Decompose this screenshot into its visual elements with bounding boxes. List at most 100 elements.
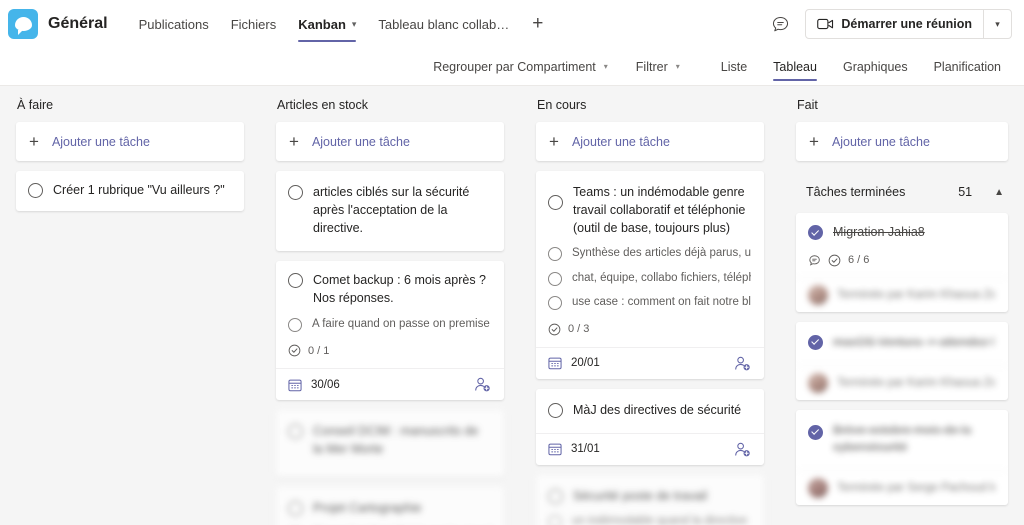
calendar-icon (548, 356, 562, 370)
completed-task-card[interactable]: Brève octobre mois de la cybersécurité T… (796, 410, 1008, 506)
task-card[interactable]: MàJ des directives de sécurité 31/01 (536, 389, 764, 465)
app-header: Général Publications Fichiers Kanban ▾ T… (0, 0, 1024, 48)
add-task-card[interactable]: + Ajouter une tâche (536, 122, 764, 161)
chevron-down-icon: ▾ (676, 62, 680, 71)
subtask-row[interactable]: chat, équipe, collabo fichiers, téléphon… (548, 271, 751, 287)
tab-label: Kanban (298, 17, 346, 32)
board-toolbar: Regrouper par Compartiment ▾ Filtrer ▾ L… (0, 48, 1024, 86)
task-title: Brève octobre mois de la cybersécurité (833, 422, 995, 458)
column-title: Articles en stock (277, 98, 504, 112)
task-card[interactable]: Conseil DCIM : manuscrits de la Mer Mort… (276, 410, 504, 477)
task-title: Teams : un indémodable genre travail col… (573, 184, 751, 237)
progress-count: 0 / 1 (308, 345, 329, 357)
task-checkbox[interactable] (28, 183, 43, 198)
task-card[interactable]: Teams : un indémodable genre travail col… (536, 171, 764, 379)
view-tab-graphiques[interactable]: Graphiques (830, 48, 921, 86)
task-checkbox[interactable] (288, 185, 303, 200)
filter-label: Filtrer (636, 60, 668, 74)
assign-user-icon[interactable] (734, 442, 751, 457)
task-checkbox-checked[interactable] (808, 225, 823, 240)
task-progress: 0 / 1 (288, 344, 491, 357)
task-title: MàJ des directives de sécurité (573, 402, 741, 420)
completed-task-card[interactable]: macOS Ventura -> attendez ! Terminée par… (796, 322, 1008, 400)
tab-publications[interactable]: Publications (128, 0, 220, 48)
comment-icon (808, 254, 821, 267)
completed-task-card[interactable]: Migration Jahia8 (796, 213, 1008, 312)
add-task-button[interactable]: + Ajouter une tâche (796, 122, 1008, 161)
subtask-row[interactable]: use case : comment on fait notre blog (548, 295, 751, 311)
chevron-down-icon[interactable]: ▾ (352, 19, 357, 30)
add-tab-button[interactable]: + (520, 0, 555, 48)
assign-user-icon[interactable] (734, 356, 751, 371)
calendar-icon (288, 378, 302, 392)
add-task-card[interactable]: + Ajouter une tâche (16, 122, 244, 161)
checklist-icon (548, 323, 561, 336)
add-task-label: Ajouter une tâche (52, 135, 150, 149)
task-title: Sécurité poste de travail (573, 488, 707, 506)
group-by-label: Regrouper par Compartiment (433, 60, 596, 74)
task-checkbox[interactable] (288, 501, 303, 516)
view-tab-planification[interactable]: Planification (921, 48, 1014, 86)
subtask-label: chat, équipe, collabo fichiers, téléphon… (572, 271, 751, 287)
subtask-checkbox[interactable] (548, 247, 562, 261)
group-by-dropdown[interactable]: Regrouper par Compartiment ▾ (419, 60, 622, 74)
task-checkbox[interactable] (548, 195, 563, 210)
avatar (808, 478, 828, 498)
view-tab-liste[interactable]: Liste (708, 48, 760, 86)
add-task-button[interactable]: + Ajouter une tâche (536, 122, 764, 161)
task-checkbox-checked[interactable] (808, 425, 823, 440)
start-meeting-button[interactable]: Démarrer une réunion (806, 10, 983, 38)
start-meeting-group: Démarrer une réunion ▾ (805, 9, 1012, 39)
board-column-a-faire: À faire + Ajouter une tâche Créer 1 rubr… (0, 86, 260, 525)
filter-dropdown[interactable]: Filtrer ▾ (622, 60, 694, 74)
task-checkbox-checked[interactable] (808, 335, 823, 350)
due-date: 31/01 (571, 443, 600, 455)
assign-user-icon[interactable] (474, 377, 491, 392)
task-title: Migration Jahia8 (833, 224, 925, 242)
add-task-button[interactable]: + Ajouter une tâche (16, 122, 244, 161)
add-task-button[interactable]: + Ajouter une tâche (276, 122, 504, 161)
task-checkbox[interactable] (548, 489, 563, 504)
task-card[interactable]: Créer 1 rubrique "Vu ailleurs ?" (16, 171, 244, 211)
task-card[interactable]: Projet Cartographie Alexandre Hirzel fai… (276, 487, 504, 525)
completed-by-label: Terminée par Karim Khaoua Zegm… (837, 377, 995, 389)
tab-label: Publications (139, 17, 209, 32)
checklist-icon (288, 344, 301, 357)
column-title: En cours (537, 98, 764, 112)
subtask-checkbox[interactable] (548, 296, 562, 310)
card-footer: Terminée par Karim Khaoua Zegm… (796, 277, 1008, 312)
task-checkbox[interactable] (288, 424, 303, 439)
task-checkbox[interactable] (548, 403, 563, 418)
kanban-board: À faire + Ajouter une tâche Créer 1 rubr… (0, 86, 1024, 525)
subtask-checkbox[interactable] (548, 515, 562, 525)
task-title: articles ciblés sur la sécurité après l'… (313, 184, 491, 237)
tab-tableau-blanc[interactable]: Tableau blanc collab… (367, 0, 520, 48)
add-task-card[interactable]: + Ajouter une tâche (276, 122, 504, 161)
subtask-checkbox[interactable] (288, 318, 302, 332)
task-card[interactable]: Comet backup : 6 mois après ? Nos répons… (276, 261, 504, 400)
view-tab-tableau[interactable]: Tableau (760, 48, 830, 86)
chevron-up-icon[interactable]: ▲ (994, 187, 1004, 198)
completed-section-header[interactable]: Tâches terminées 51 ▲ (796, 179, 1008, 205)
plus-icon: + (289, 133, 299, 150)
subtask-row[interactable]: Synthèse des articles déjà parus, use ca… (548, 246, 751, 262)
add-task-card[interactable]: + Ajouter une tâche (796, 122, 1008, 161)
chevron-down-icon: ▾ (604, 62, 608, 71)
subtask-row[interactable]: un indémodable quand la directive sera s… (548, 514, 751, 525)
task-checkbox[interactable] (288, 273, 303, 288)
task-card[interactable]: articles ciblés sur la sécurité après l'… (276, 171, 504, 251)
task-title: Comet backup : 6 mois après ? Nos répons… (313, 272, 491, 308)
tab-kanban[interactable]: Kanban ▾ (287, 0, 367, 48)
card-footer: Terminée par Karim Khaoua Zegm… (796, 365, 1008, 400)
card-footer: 20/01 (536, 347, 764, 379)
chevron-down-icon[interactable]: ▾ (983, 10, 1011, 38)
progress-count: 6 / 6 (848, 254, 869, 266)
chat-icon[interactable] (767, 11, 793, 37)
completed-count: 51 (958, 185, 972, 199)
subtask-row[interactable]: A faire quand on passe on premise -> mai… (288, 317, 491, 333)
task-card[interactable]: Sécurité poste de travail un indémodable… (536, 475, 764, 525)
tab-fichiers[interactable]: Fichiers (220, 0, 288, 48)
subtask-checkbox[interactable] (548, 272, 562, 286)
avatar (808, 373, 828, 393)
avatar (808, 285, 828, 305)
